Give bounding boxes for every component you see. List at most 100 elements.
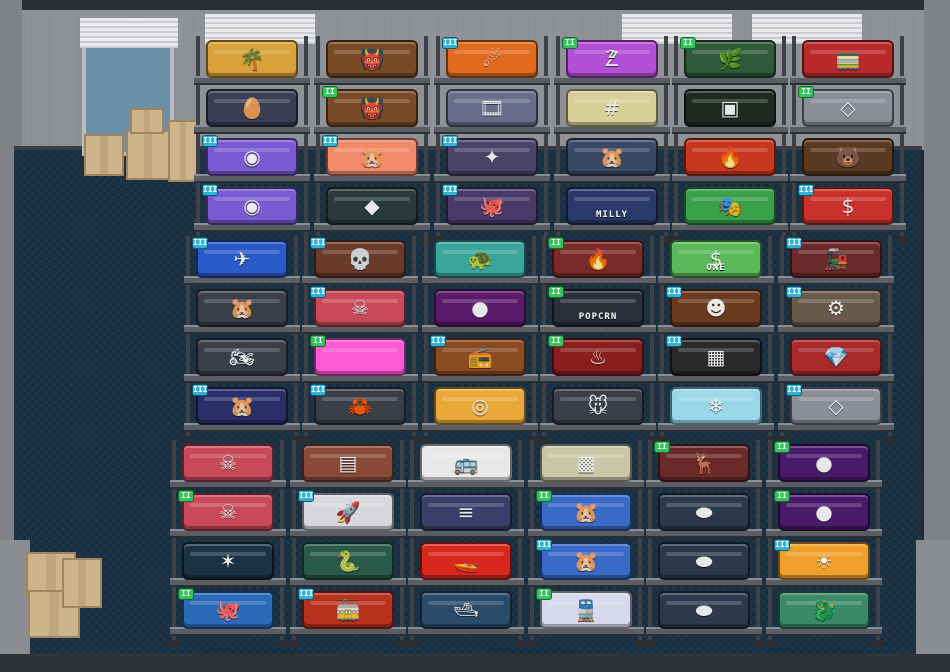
brick-wall[interactable]: ▤ bbox=[302, 444, 394, 482]
hamster-bathtub-2[interactable]: 🐹 bbox=[540, 542, 632, 580]
tropical-island-diorama[interactable]: 🌴 bbox=[206, 40, 298, 78]
blue-jet-plane[interactable]: ✈ bbox=[196, 240, 288, 278]
city-bus[interactable]: 🚌 bbox=[420, 444, 512, 482]
cardboard-box bbox=[62, 558, 102, 608]
rack-foot bbox=[407, 640, 417, 648]
black-hole-icon: ● bbox=[815, 500, 833, 524]
tier-badge: II bbox=[680, 37, 696, 49]
film-projector[interactable]: 🎞 bbox=[446, 89, 538, 127]
tribal-mask-fire-2[interactable]: 👹 bbox=[326, 89, 418, 127]
black-hole-portal-3[interactable]: ● bbox=[778, 493, 870, 531]
tier-badge: II bbox=[548, 237, 564, 249]
golden-sun-box[interactable]: ☀ bbox=[778, 542, 870, 580]
red-cash-machine[interactable]: $ bbox=[802, 187, 894, 225]
blue-subway-train[interactable]: 🚆 bbox=[540, 591, 632, 629]
cheese-block[interactable]: ▩ bbox=[540, 444, 632, 482]
red-speedboat[interactable]: 🚤 bbox=[420, 542, 512, 580]
item-highlight bbox=[574, 197, 650, 201]
dark-pods-3[interactable]: ⬬ bbox=[658, 591, 750, 629]
roof-trim bbox=[0, 0, 950, 10]
treasure-hoard[interactable]: 💎 bbox=[790, 338, 882, 376]
hamster-racer[interactable]: 🐹 bbox=[196, 387, 288, 425]
blue-dial-console[interactable]: ◎ bbox=[434, 387, 526, 425]
reindeer-icon: 🦌 bbox=[691, 451, 717, 475]
red-train-car[interactable]: 🚃 bbox=[802, 40, 894, 78]
green-serpents[interactable]: 🐍 bbox=[302, 542, 394, 580]
tiki-face[interactable]: ☻ bbox=[670, 289, 762, 327]
pod-icon: ⬬ bbox=[695, 500, 713, 524]
black-hole-portal-2[interactable]: ● bbox=[778, 444, 870, 482]
green-dollar-bill[interactable]: $ ONE bbox=[670, 240, 762, 278]
rack-foot bbox=[515, 640, 525, 648]
white-yacht[interactable]: 🛥 bbox=[420, 591, 512, 629]
rack-foot bbox=[873, 640, 883, 648]
bear-statue[interactable]: 🐻 bbox=[802, 138, 894, 176]
red-bone-pit-2[interactable]: ☠ bbox=[182, 444, 274, 482]
metal-pipe-gem[interactable]: ◇ bbox=[802, 89, 894, 127]
item-label: POPCRN bbox=[578, 312, 618, 322]
portal-machine[interactable]: ◉ bbox=[206, 138, 298, 176]
crab-robot[interactable]: 🦀 bbox=[314, 387, 406, 425]
computer-icon: # bbox=[603, 96, 621, 120]
carnival-mask[interactable]: 🎭 bbox=[684, 187, 776, 225]
ice-crystal[interactable]: ❄ bbox=[670, 387, 762, 425]
dark-pods-2[interactable]: ⬬ bbox=[658, 542, 750, 580]
yacht-icon: 🛥 bbox=[453, 598, 479, 622]
green-led-panel[interactable]: ▣ bbox=[684, 89, 776, 127]
red-bone-pit[interactable]: ☠ bbox=[314, 289, 406, 327]
shadow-creature[interactable]: ✶ bbox=[182, 542, 274, 580]
tier-badge: III bbox=[666, 335, 682, 347]
octopus-aquarium[interactable]: 🐙 bbox=[182, 591, 274, 629]
item-highlight bbox=[322, 348, 398, 352]
orange-lava-rock[interactable]: ☄ bbox=[446, 40, 538, 78]
mouse-in-fire[interactable]: 🐭 bbox=[552, 387, 644, 425]
led-panel-icon: ▣ bbox=[720, 96, 740, 120]
lava-coil-box[interactable]: ♨ bbox=[552, 338, 644, 376]
rack-foot bbox=[635, 640, 645, 648]
tier-badge: III bbox=[310, 286, 326, 298]
tier-badge: III bbox=[430, 335, 446, 347]
reindeer-herd[interactable]: 🦌 bbox=[658, 444, 750, 482]
tier-badge: III bbox=[798, 184, 814, 196]
metal-pipe-gem-2[interactable]: ◇ bbox=[790, 387, 882, 425]
tentacle-machine[interactable]: 🐙 bbox=[446, 187, 538, 225]
pink-gel-pad[interactable] bbox=[314, 338, 406, 376]
campfire-pit[interactable]: 🔥 bbox=[552, 240, 644, 278]
hamster-icon: 🐹 bbox=[229, 394, 255, 418]
wooden-radio[interactable]: 📻 bbox=[434, 338, 526, 376]
sea-turtle[interactable]: 🐢 bbox=[434, 240, 526, 278]
easter-eggs-display[interactable]: 🥚 bbox=[206, 89, 298, 127]
tribal-mask-fire[interactable]: 👹 bbox=[326, 40, 418, 78]
green-gem-console[interactable]: ◆ bbox=[326, 187, 418, 225]
fire-grill-box[interactable]: 🔥 bbox=[684, 138, 776, 176]
hamster-bathtub[interactable]: 🐹 bbox=[540, 493, 632, 531]
boombox[interactable]: ▦ bbox=[670, 338, 762, 376]
dark-pods[interactable]: ⬬ bbox=[658, 493, 750, 531]
sleep-pillow-purple[interactable]: ZZ bbox=[566, 40, 658, 78]
solana-icon: ≡ bbox=[457, 500, 475, 524]
popcorn-machine[interactable]: POPCRN bbox=[552, 289, 644, 327]
black-hole-portal[interactable]: ● bbox=[434, 289, 526, 327]
tier-badge: III bbox=[310, 237, 326, 249]
steam-locomotive[interactable]: 🚂 bbox=[790, 240, 882, 278]
hamster-arcade[interactable]: 🐹 bbox=[566, 138, 658, 176]
red-trolley-car[interactable]: 🚋 bbox=[302, 591, 394, 629]
engine-icon: ⚙ bbox=[827, 296, 845, 320]
hamster-icon: 🏍 bbox=[229, 345, 255, 369]
retro-computer[interactable]: # bbox=[566, 89, 658, 127]
red-bone-pit-3[interactable]: ☠ bbox=[182, 493, 274, 531]
jade-dragon-tiles[interactable]: 🐉 bbox=[778, 591, 870, 629]
hamster-motorbike[interactable]: 🏍 bbox=[196, 338, 288, 376]
tier-badge: III bbox=[442, 37, 458, 49]
solana-capsule[interactable]: ≡ bbox=[420, 493, 512, 531]
star-console[interactable]: ✦ bbox=[446, 138, 538, 176]
hamster-gym[interactable]: 🐹 bbox=[196, 289, 288, 327]
milly-display[interactable]: MILLY bbox=[566, 187, 658, 225]
tier-badge: II bbox=[536, 588, 552, 600]
piston-engine[interactable]: ⚙ bbox=[790, 289, 882, 327]
white-rocket-train[interactable]: 🚀 bbox=[302, 493, 394, 531]
skull-totem[interactable]: 💀 bbox=[314, 240, 406, 278]
jungle-vines[interactable]: 🌿 bbox=[684, 40, 776, 78]
portal-machine-2[interactable]: ◉ bbox=[206, 187, 298, 225]
hamster-cage-pink[interactable]: 🐹 bbox=[326, 138, 418, 176]
